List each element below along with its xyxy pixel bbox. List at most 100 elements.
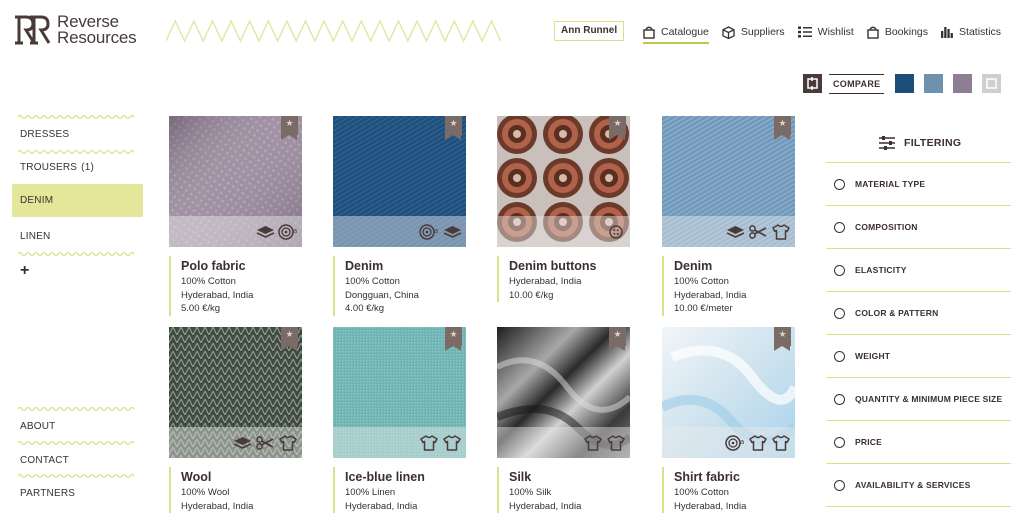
logo-mark — [13, 14, 51, 46]
product-image[interactable]: ★ — [497, 327, 630, 458]
product-name[interactable]: Denim — [674, 259, 795, 275]
product-detail: Hyderabad, India — [181, 500, 254, 512]
nav-bookings[interactable]: Bookings — [867, 22, 928, 42]
filter-option-label: AVAILABILITY & SERVICES — [855, 480, 971, 490]
brand-logo[interactable]: Reverse Resources — [13, 13, 137, 47]
nav-label: Statistics — [959, 26, 1002, 38]
footer-link-contact[interactable]: CONTACT — [12, 444, 143, 477]
product-service-icons: a — [169, 216, 302, 247]
compare-swatch[interactable] — [982, 74, 1001, 93]
product-name[interactable]: Polo fabric — [181, 259, 302, 275]
bookmark-icon[interactable]: ★ — [281, 116, 298, 140]
product-image[interactable]: ★ a — [169, 116, 302, 247]
product-image[interactable]: ★ — [169, 327, 302, 458]
product-image[interactable]: ★ — [333, 327, 466, 458]
filter-option-label: PRICE — [855, 437, 882, 447]
bookmark-icon[interactable]: ★ — [609, 116, 626, 140]
button-icon — [606, 223, 626, 241]
product-name[interactable]: Ice-blue linen — [345, 470, 466, 486]
bag-icon — [867, 26, 879, 39]
shirt-icon — [771, 223, 791, 241]
filter-option-label: COLOR & PATTERN — [855, 308, 939, 318]
product-detail: Hyderabad, India — [345, 500, 418, 512]
scissors-icon — [748, 223, 768, 241]
compare-swatch[interactable] — [924, 74, 943, 93]
svg-text:a: a — [293, 227, 297, 235]
stack-icon — [725, 223, 745, 241]
nav-label: Wishlist — [817, 26, 854, 38]
bookmark-icon[interactable]: ★ — [774, 327, 791, 351]
product-name[interactable]: Silk — [509, 470, 630, 486]
nav-suppliers[interactable]: Suppliers — [722, 22, 785, 42]
nav-label: Catalogue — [661, 26, 709, 38]
main-nav: Catalogue Suppliers Wishlist Bookings Statis… — [643, 22, 1001, 44]
category-trousers[interactable]: TROUSERS (1) — [12, 151, 143, 184]
list-icon — [797, 26, 812, 38]
product-image[interactable]: ★ a — [662, 327, 795, 458]
filter-option[interactable]: WEIGHT — [826, 334, 1011, 377]
radio-icon[interactable] — [834, 307, 845, 319]
category-label: DENIM — [20, 195, 54, 206]
radio-icon[interactable] — [834, 221, 845, 233]
filter-option-label: ELASTICITY — [855, 265, 907, 275]
bookmark-icon[interactable]: ★ — [281, 327, 298, 351]
filter-option[interactable]: AVAILABILITY & SERVICES — [826, 463, 1011, 506]
nav-catalogue[interactable]: Catalogue — [643, 22, 709, 44]
filter-option[interactable]: QUANTITY & MINIMUM PIECE SIZE — [826, 377, 1011, 420]
category-linen[interactable]: LINEN — [12, 220, 143, 253]
product-detail: Hyderabad, India — [674, 289, 747, 301]
nav-label: Suppliers — [740, 26, 785, 38]
radio-icon[interactable] — [834, 436, 845, 448]
radio-icon[interactable] — [834, 178, 845, 190]
product-image[interactable]: ★ — [497, 116, 630, 247]
filter-option[interactable]: PRICE — [826, 420, 1011, 463]
product-image[interactable]: ★ a — [333, 116, 466, 247]
shirt-icon — [419, 434, 439, 452]
product-name[interactable]: Wool — [181, 470, 302, 486]
compare-button[interactable]: COMPARE — [829, 74, 885, 94]
brand-name-line2: Resources — [57, 28, 137, 47]
filter-option[interactable]: MATERIAL TYPE — [826, 162, 1011, 205]
product-image[interactable]: ★ — [662, 116, 795, 247]
decorative-zigzag — [166, 19, 502, 43]
radio-icon[interactable] — [834, 479, 845, 491]
filter-option-label: QUANTITY & MINIMUM PIECE SIZE — [855, 394, 1003, 404]
product-info: Denim 100% Cotton Hyderabad, India 10.00 €/… — [662, 256, 795, 316]
box-icon — [722, 25, 735, 39]
product-name[interactable]: Denim — [345, 259, 466, 275]
category-denim[interactable]: DENIM — [12, 184, 143, 217]
compare-swatch[interactable] — [895, 74, 914, 93]
radio-icon[interactable] — [834, 393, 845, 405]
roll-icon: a — [419, 223, 439, 241]
compare-swatch[interactable] — [953, 74, 972, 93]
bookmark-icon[interactable]: ★ — [445, 116, 462, 140]
product-name[interactable]: Denim buttons — [509, 259, 630, 275]
bookmark-icon[interactable]: ★ — [445, 327, 462, 351]
bag-icon — [643, 26, 655, 39]
filter-option[interactable]: COMPOSITION — [826, 205, 1011, 248]
radio-icon[interactable] — [834, 264, 845, 276]
filter-option[interactable]: ELASTICITY — [826, 248, 1011, 291]
product-service-icons — [497, 427, 630, 458]
product-detail: Hyderabad, India — [674, 500, 747, 512]
add-category-icon[interactable]: + — [20, 262, 29, 280]
footer-link-about[interactable]: ABOUT — [12, 410, 143, 443]
nav-wishlist[interactable]: Wishlist — [797, 22, 854, 42]
shirt-icon — [748, 434, 768, 452]
stack-icon — [232, 434, 252, 452]
roll-icon: a — [725, 434, 745, 452]
compare-toggle-icon[interactable] — [803, 74, 822, 93]
shirt-icon — [278, 434, 298, 452]
shirt-icon — [583, 434, 603, 452]
bookmark-icon[interactable]: ★ — [774, 116, 791, 140]
user-account-button[interactable]: Ann Runnel — [554, 21, 625, 41]
radio-icon[interactable] — [834, 350, 845, 362]
filter-option[interactable]: COLOR & PATTERN — [826, 291, 1011, 334]
bookmark-icon[interactable]: ★ — [609, 327, 626, 351]
svg-text:a: a — [740, 438, 744, 446]
product-name[interactable]: Shirt fabric — [674, 470, 795, 486]
footer-link-partners[interactable]: PARTNERS — [12, 477, 143, 510]
category-dresses[interactable]: DRESSES — [12, 118, 143, 151]
sliders-icon — [879, 136, 895, 150]
nav-statistics[interactable]: Statistics — [941, 22, 1001, 42]
